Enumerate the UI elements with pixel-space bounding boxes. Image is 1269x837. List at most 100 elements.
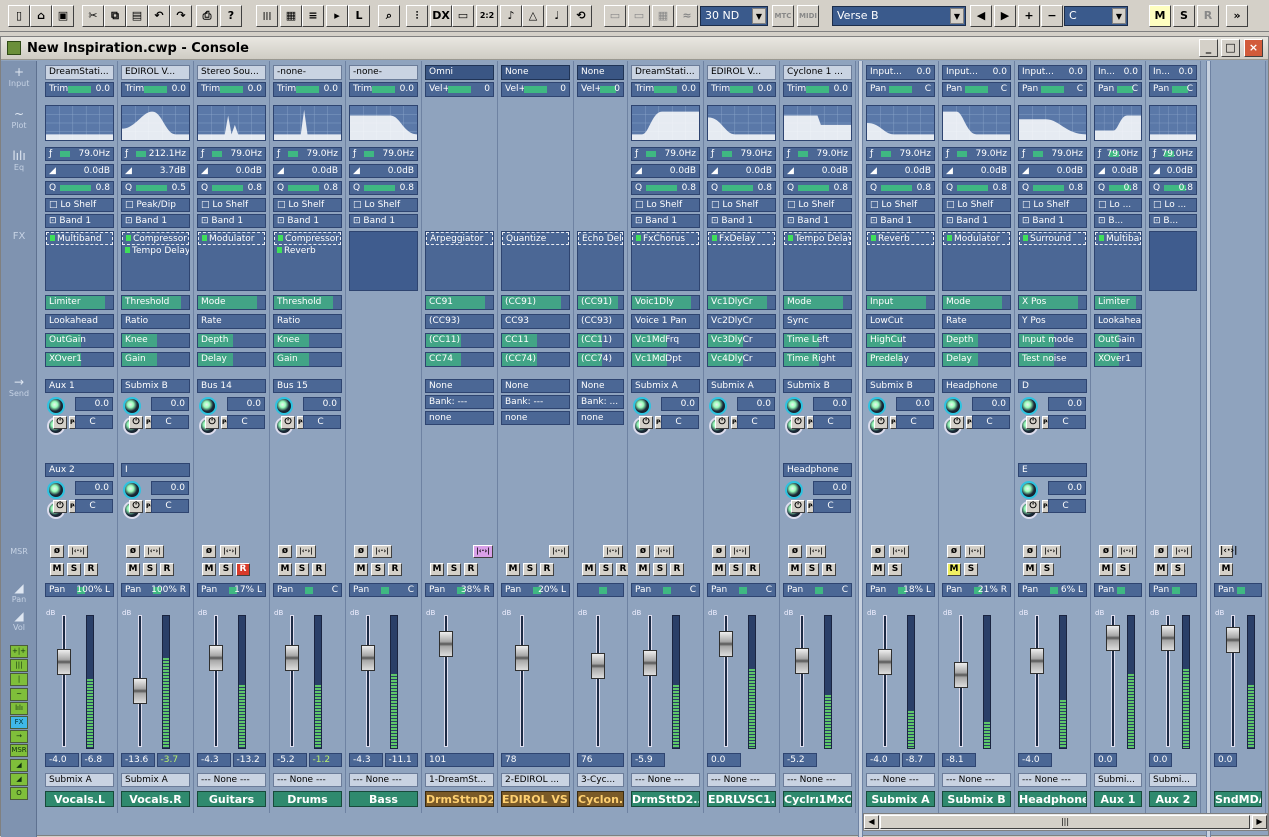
midi-bank-select[interactable]: Bank: --- bbox=[501, 395, 570, 409]
play-list-icon[interactable]: ▸ bbox=[326, 5, 348, 27]
eq-frequency-field[interactable]: ƒ 212.1Hz bbox=[121, 147, 190, 161]
phase-button[interactable]: ø bbox=[278, 545, 292, 558]
eq-q-field[interactable]: Q 0.8 bbox=[783, 181, 852, 195]
tempo-icon[interactable]: ♩ bbox=[546, 5, 568, 27]
trim-field[interactable]: Vel+ 0 bbox=[425, 82, 494, 97]
volume-readout[interactable]: 0.0 bbox=[707, 753, 741, 767]
pan-control[interactable]: Pan C bbox=[783, 583, 852, 597]
eq-frequency-field[interactable]: ƒ 79.0Hz bbox=[1149, 147, 1197, 161]
input-select[interactable]: Cyclone 1 ... bbox=[783, 65, 852, 80]
volume-fader[interactable] bbox=[643, 650, 657, 676]
send-level-value[interactable]: 0.0 bbox=[75, 481, 113, 495]
fx-preset-select[interactable]: 30 ND ▼ bbox=[700, 6, 768, 26]
fx-bin[interactable]: Quantize bbox=[501, 231, 570, 291]
pan-control[interactable]: Pan C bbox=[273, 583, 342, 597]
output-select[interactable]: --- None --- bbox=[197, 773, 266, 787]
eq-band-select[interactable]: ⊡ Band 1 bbox=[349, 214, 418, 228]
fx-enabled-led[interactable] bbox=[278, 235, 283, 241]
send-level-value[interactable]: 0.0 bbox=[1048, 481, 1086, 495]
piano-icon[interactable]: ||| bbox=[256, 5, 278, 27]
eq-frequency-field[interactable]: ƒ 79.0Hz bbox=[1094, 147, 1142, 161]
fx-param-control[interactable]: HighCut bbox=[866, 333, 935, 348]
record-arm-button[interactable]: R bbox=[746, 563, 760, 576]
global-mute-button[interactable]: M bbox=[1149, 5, 1171, 27]
record-arm-button[interactable]: R bbox=[670, 563, 684, 576]
eq-gain-field[interactable]: ◢ 3.7dB bbox=[121, 164, 190, 178]
eq-shape-select[interactable]: □ Lo Shelf bbox=[783, 198, 852, 212]
mute-button[interactable]: M bbox=[354, 563, 368, 576]
volume-fader[interactable] bbox=[1226, 627, 1240, 653]
fx-param-control[interactable]: (CC91) bbox=[577, 295, 624, 310]
fx-param-control[interactable]: (CC74) bbox=[501, 352, 570, 367]
eq-q-field[interactable]: Q 0.8 bbox=[942, 181, 1011, 195]
send-enable-icon[interactable]: ⏻ bbox=[205, 416, 219, 429]
send-level-knob[interactable] bbox=[868, 397, 886, 415]
strip-name[interactable]: EDIROL VS... bbox=[501, 791, 570, 807]
send-destination-select[interactable]: Submix A bbox=[707, 379, 776, 393]
send-destination-select[interactable]: I bbox=[121, 463, 190, 477]
fx-param-control[interactable]: (CC11) bbox=[425, 333, 494, 348]
pan-control[interactable] bbox=[577, 583, 624, 597]
section-next-button[interactable]: ▶ bbox=[994, 5, 1016, 27]
solo-button[interactable]: S bbox=[295, 563, 309, 576]
send-enable-icon[interactable]: ⏻ bbox=[874, 416, 888, 429]
interleave-button[interactable]: |‹·›| bbox=[1219, 545, 1237, 558]
main-divider[interactable] bbox=[1206, 61, 1211, 837]
fx-param-control[interactable]: Limiter bbox=[1094, 295, 1142, 310]
send-level-value[interactable]: 0.0 bbox=[227, 397, 265, 411]
send-level-knob[interactable] bbox=[47, 397, 65, 415]
send-level-knob[interactable] bbox=[785, 397, 803, 415]
phase-button[interactable]: ø bbox=[1154, 545, 1168, 558]
strip-name[interactable]: Drums bbox=[273, 791, 342, 807]
fx-item[interactable]: Tempo Delay bbox=[122, 245, 189, 258]
input-pan-field[interactable]: Pan C bbox=[1018, 82, 1087, 97]
peak-readout[interactable]: -6.8 bbox=[80, 753, 114, 767]
volume-readout[interactable]: 78 bbox=[501, 753, 570, 767]
send-destination-select[interactable]: Headphone bbox=[942, 379, 1011, 393]
fx-bin[interactable]: Tempo Delay bbox=[783, 231, 852, 291]
eq-frequency-field[interactable]: ƒ 79.0Hz bbox=[631, 147, 700, 161]
interleave-button[interactable]: |‹·›| bbox=[372, 545, 392, 558]
midi-patch-select[interactable]: None bbox=[425, 379, 494, 393]
output-toggle-icon[interactable]: O bbox=[10, 787, 28, 800]
volume-fader[interactable] bbox=[878, 649, 892, 675]
send-level-value[interactable]: 0.0 bbox=[972, 397, 1010, 411]
strip-name[interactable]: SndMDA bbox=[1214, 791, 1262, 807]
volume-readout[interactable]: -4.0 bbox=[866, 753, 900, 767]
eq-plot[interactable] bbox=[866, 105, 935, 141]
section-select[interactable]: Verse B ▼ bbox=[832, 6, 966, 26]
strip-name[interactable]: Bass bbox=[349, 791, 418, 807]
fx-param-control[interactable]: (CC74) bbox=[577, 352, 624, 367]
eq-shape-select[interactable]: □ Lo Shelf bbox=[707, 198, 776, 212]
eq-frequency-field[interactable]: ƒ 79.0Hz bbox=[45, 147, 114, 161]
solo-button[interactable]: S bbox=[523, 563, 537, 576]
strip-name[interactable]: Cyclon... bbox=[577, 791, 624, 807]
eq-band-select[interactable]: ⊡ B... bbox=[1094, 214, 1142, 228]
phase-button[interactable]: ø bbox=[712, 545, 726, 558]
fx-param-control[interactable]: Vc1MdDpt bbox=[631, 352, 700, 367]
fx-param-control[interactable]: Vc1MdFrq bbox=[631, 333, 700, 348]
interleave-button[interactable]: |‹·›| bbox=[965, 545, 985, 558]
send-enable-icon[interactable]: ⏻ bbox=[791, 500, 805, 513]
fx-param-control[interactable]: CC93 bbox=[501, 314, 570, 329]
eq-band-select[interactable]: ⊡ Band 1 bbox=[631, 214, 700, 228]
eq-plot[interactable] bbox=[1149, 105, 1197, 141]
output-select[interactable]: 2-EDIROL ... bbox=[501, 773, 570, 787]
fx-item[interactable]: Modulator bbox=[198, 232, 265, 245]
solo-button[interactable]: S bbox=[67, 563, 81, 576]
send-pan-value[interactable]: C bbox=[75, 499, 113, 513]
pan-control[interactable]: Pan 21% R bbox=[942, 583, 1011, 597]
save-icon[interactable]: ▣ bbox=[52, 5, 74, 27]
send-destination-select[interactable]: Bus 15 bbox=[273, 379, 342, 393]
output-select[interactable]: 3-Cyc... bbox=[577, 773, 624, 787]
volume-fader[interactable] bbox=[133, 678, 147, 704]
eq-band-select[interactable]: ⊡ Band 1 bbox=[197, 214, 266, 228]
paste-icon[interactable]: ▤ bbox=[126, 5, 148, 27]
fx-param-control[interactable]: Input mode bbox=[1018, 333, 1087, 348]
send-pan-value[interactable]: C bbox=[896, 415, 934, 429]
eq-plot[interactable] bbox=[707, 105, 776, 141]
record-arm-button[interactable]: R bbox=[464, 563, 478, 576]
eq-gain-field[interactable]: ◢ 0.0dB bbox=[783, 164, 852, 178]
solo-button[interactable]: S bbox=[371, 563, 385, 576]
send-pan-value[interactable]: C bbox=[737, 415, 775, 429]
